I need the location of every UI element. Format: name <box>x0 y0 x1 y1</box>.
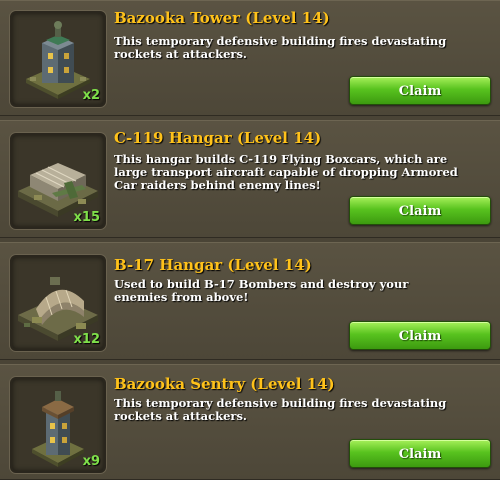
reward-row: x9 Bazooka Sentry (Level 14) This tempor… <box>0 364 500 480</box>
reward-title: C-119 Hangar (Level 14) <box>114 129 322 147</box>
c119-hangar-thumbnail: x15 <box>10 133 106 229</box>
reward-description: Used to build B-17 Bombers and destroy y… <box>114 277 409 304</box>
reward-title: Bazooka Tower (Level 14) <box>114 9 330 27</box>
reward-description: This temporary defensive building fires … <box>114 396 447 423</box>
b17-hangar-thumbnail: x12 <box>10 255 106 351</box>
reward-row: x15 C-119 Hangar (Level 14) This hangar … <box>0 120 500 238</box>
claim-button[interactable]: Claim <box>349 196 491 225</box>
reward-description: This hangar builds C-119 Flying Boxcars,… <box>114 152 458 192</box>
claim-button[interactable]: Claim <box>349 76 491 105</box>
bazooka-tower-thumbnail: x2 <box>10 11 106 107</box>
reward-count: x12 <box>73 332 100 347</box>
reward-count: x2 <box>82 88 100 103</box>
bazooka-sentry-thumbnail: x9 <box>10 377 106 473</box>
claim-button[interactable]: Claim <box>349 321 491 350</box>
reward-row: x12 B-17 Hangar (Level 14) Used to build… <box>0 242 500 360</box>
reward-row: x2 Bazooka Tower (Level 14) This tempora… <box>0 0 500 116</box>
reward-description: This temporary defensive building fires … <box>114 34 447 61</box>
claim-button[interactable]: Claim <box>349 439 491 468</box>
reward-count: x15 <box>73 210 100 225</box>
reward-title: Bazooka Sentry (Level 14) <box>114 375 335 393</box>
reward-title: B-17 Hangar (Level 14) <box>114 256 312 274</box>
reward-count: x9 <box>82 454 100 469</box>
